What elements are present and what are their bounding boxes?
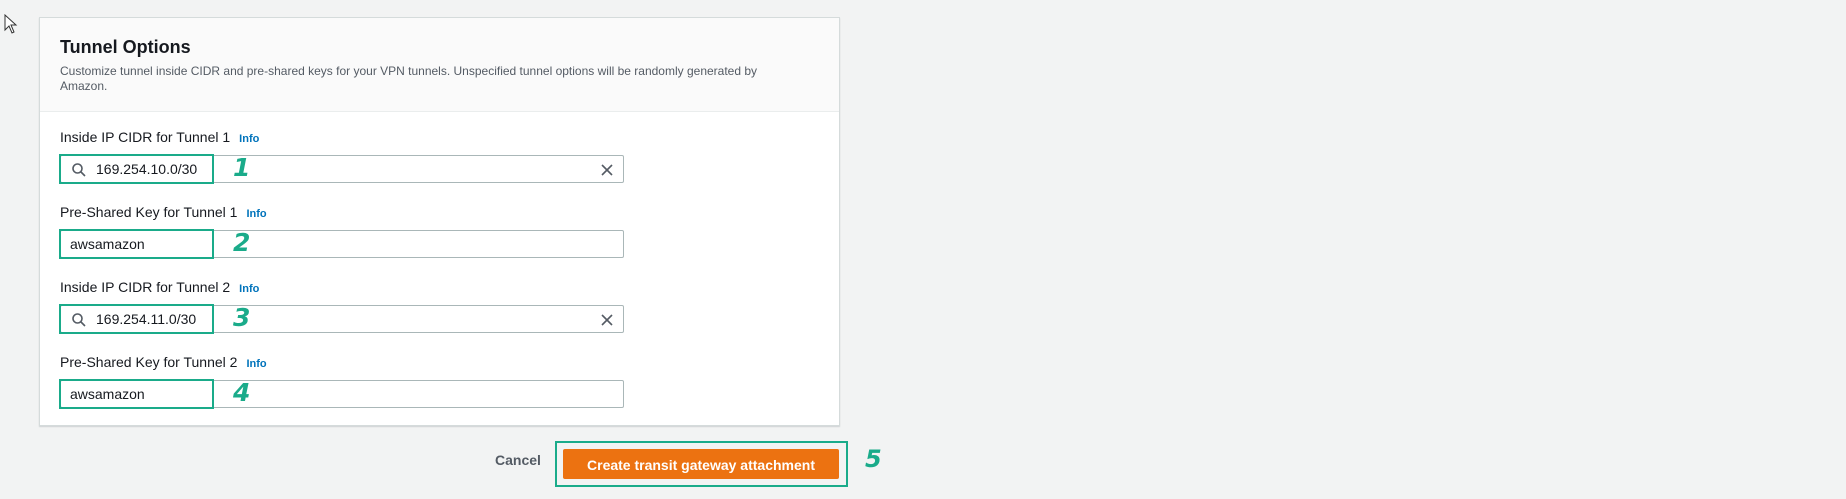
step-number: 5 — [865, 445, 882, 473]
step-number: 1 — [233, 153, 251, 182]
step-number: 4 — [233, 378, 251, 407]
field-psk-tunnel-1: Pre-Shared Key for Tunnel 1 Info awsamazo… — [59, 202, 624, 259]
step-number: 2 — [233, 228, 251, 257]
field-inside-cidr-tunnel-2: Inside IP CIDR for Tunnel 2 Info 169.254.… — [59, 277, 624, 334]
highlight-box — [59, 154, 214, 184]
highlight-box — [59, 229, 214, 259]
field-label: Pre-Shared Key for Tunnel 2 — [60, 354, 238, 370]
panel-description: Customize tunnel inside CIDR and pre-sha… — [60, 64, 758, 93]
info-link[interactable]: Info — [239, 133, 259, 145]
field-label: Inside IP CIDR for Tunnel 2 — [60, 279, 231, 295]
field-label: Inside IP CIDR for Tunnel 1 — [60, 129, 231, 145]
step-number: 3 — [233, 303, 251, 332]
field-label: Pre-Shared Key for Tunnel 1 — [60, 204, 238, 220]
close-icon[interactable] — [599, 312, 615, 328]
create-transit-gateway-attachment-button[interactable]: Create transit gateway attachment — [563, 449, 839, 479]
cancel-button[interactable]: Cancel — [495, 452, 541, 468]
highlight-box — [59, 379, 214, 409]
tunnel-options-panel: Tunnel Options Customize tunnel inside C… — [39, 17, 840, 426]
info-link[interactable]: Info — [246, 358, 266, 370]
field-inside-cidr-tunnel-1: Inside IP CIDR for Tunnel 1 Info 169.254.… — [59, 127, 624, 184]
close-icon[interactable] — [599, 162, 615, 178]
cursor-arrow-icon — [4, 14, 18, 34]
field-psk-tunnel-2: Pre-Shared Key for Tunnel 2 Info awsamazo… — [59, 352, 624, 409]
panel-header: Tunnel Options Customize tunnel inside C… — [40, 18, 839, 112]
panel-title: Tunnel Options — [60, 37, 191, 57]
highlight-box — [59, 304, 214, 334]
info-link[interactable]: Info — [239, 283, 259, 295]
info-link[interactable]: Info — [246, 208, 266, 220]
